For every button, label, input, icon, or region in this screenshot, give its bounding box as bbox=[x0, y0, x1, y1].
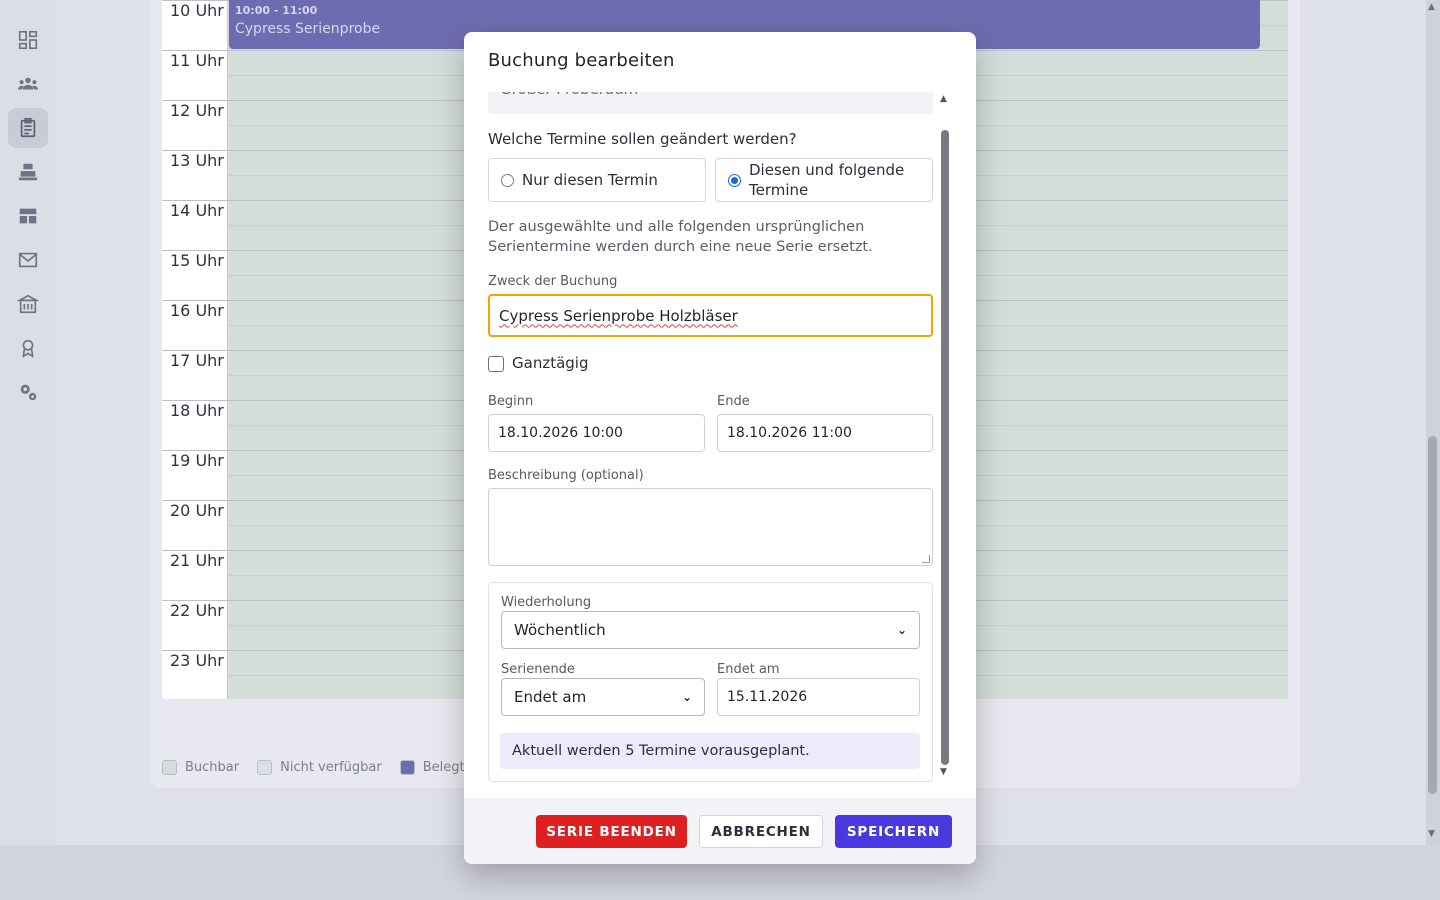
description-textarea[interactable] bbox=[488, 488, 933, 566]
all-day-checkbox[interactable] bbox=[488, 356, 504, 372]
purpose-label: Zweck der Buchung bbox=[488, 274, 618, 289]
hour-label: 21 Uhr bbox=[170, 551, 224, 570]
hour-label: 11 Uhr bbox=[170, 51, 224, 70]
award-icon bbox=[22, 339, 34, 358]
mail-icon bbox=[18, 252, 38, 268]
option-label: Diesen und folgende Termine bbox=[749, 161, 905, 199]
start-label: Beginn bbox=[488, 394, 534, 409]
description-label: Beschreibung (optional) bbox=[488, 468, 644, 483]
sidebar-item-rooms[interactable] bbox=[8, 284, 48, 324]
sidebar-item-members[interactable] bbox=[8, 64, 48, 104]
hour-label: 13 Uhr bbox=[170, 151, 224, 170]
legend-swatch bbox=[399, 760, 415, 775]
hour-label: 20 Uhr bbox=[170, 501, 224, 520]
table-icon bbox=[19, 208, 37, 224]
ends-on-input[interactable]: 15.11.2026 bbox=[717, 678, 920, 716]
people-icon bbox=[17, 77, 39, 90]
legend-label: Nicht verfügbar bbox=[280, 760, 382, 775]
series-end-label: Serienende bbox=[501, 662, 575, 677]
dialog-scroll-down-icon[interactable]: ▼ bbox=[940, 767, 947, 777]
hour-label: 23 Uhr bbox=[170, 651, 224, 670]
hour-label: 19 Uhr bbox=[170, 451, 224, 470]
purpose-value: Cypress Serienprobe Holzbläser bbox=[499, 306, 738, 325]
option-this-and-following[interactable]: Diesen und folgende Termine bbox=[715, 158, 933, 202]
register-icon bbox=[18, 163, 38, 181]
settings-icon bbox=[20, 384, 37, 401]
sidebar-item-register[interactable] bbox=[8, 152, 48, 192]
ends-on-label: Endet am bbox=[717, 662, 780, 677]
event-time: 10:00 - 11:00 bbox=[235, 4, 318, 17]
radio-this-and-following[interactable] bbox=[728, 173, 741, 187]
cancel-button[interactable]: ABBRECHEN bbox=[699, 815, 823, 848]
sidebar bbox=[0, 0, 56, 845]
chevron-down-icon: ⌄ bbox=[896, 623, 907, 637]
building-icon bbox=[17, 294, 39, 314]
hour-label: 16 Uhr bbox=[170, 301, 224, 320]
legend-item-unavailable: Nicht verfügbar bbox=[257, 760, 382, 775]
end-series-button[interactable]: SERIE BEENDEN bbox=[536, 815, 687, 848]
legend-label: Belegt bbox=[422, 760, 465, 775]
all-day-label: Ganztägig bbox=[512, 354, 589, 372]
hour-label: 18 Uhr bbox=[170, 401, 224, 420]
sidebar-item-awards[interactable] bbox=[8, 328, 48, 368]
dialog-body: Großer Proberaum Welche Termine sollen g… bbox=[464, 92, 976, 797]
dialog-scrollbar-thumb[interactable] bbox=[941, 130, 949, 765]
hour-label: 17 Uhr bbox=[170, 351, 224, 370]
end-input[interactable]: 18.10.2026 11:00 bbox=[717, 414, 933, 452]
repeat-select[interactable]: Wöchentlich ⌄ bbox=[501, 611, 920, 649]
hour-label: 22 Uhr bbox=[170, 601, 224, 620]
legend-label: Buchbar bbox=[185, 760, 240, 775]
sidebar-item-dashboard[interactable] bbox=[8, 20, 48, 60]
radio-only-this[interactable] bbox=[501, 173, 514, 187]
series-end-select[interactable]: Endet am ⌄ bbox=[501, 678, 705, 716]
hour-label: 14 Uhr bbox=[170, 201, 224, 220]
purpose-input[interactable]: Cypress Serienprobe Holzbläser bbox=[488, 294, 933, 337]
sidebar-item-settings[interactable] bbox=[8, 372, 48, 412]
hour-label: 12 Uhr bbox=[170, 101, 224, 120]
hour-label: 15 Uhr bbox=[170, 251, 224, 270]
series-end-value: Endet am bbox=[514, 688, 587, 706]
sidebar-item-messages[interactable] bbox=[8, 240, 48, 280]
legend-item-bookable: Buchbar bbox=[162, 760, 239, 775]
edit-booking-dialog: Buchung bearbeiten Großer Proberaum Welc… bbox=[464, 32, 976, 864]
clipboard-icon bbox=[20, 118, 36, 138]
repeat-value: Wöchentlich bbox=[514, 621, 606, 639]
chevron-down-icon: ⌄ bbox=[681, 690, 692, 704]
planned-dates-note: Aktuell werden 5 Termine vorausgeplant. bbox=[500, 733, 920, 769]
option-label: Nur diesen Termin bbox=[522, 171, 658, 189]
legend-swatch bbox=[257, 760, 273, 775]
dashboard-icon bbox=[18, 30, 38, 50]
sidebar-item-table[interactable] bbox=[8, 196, 48, 236]
legend: Buchbar Nicht verfügbar Belegt bbox=[162, 760, 465, 775]
repeat-label: Wiederholung bbox=[501, 595, 592, 610]
end-label: Ende bbox=[717, 394, 750, 409]
scroll-down-icon[interactable]: ▼ bbox=[1428, 829, 1435, 839]
dialog-title: Buchung bearbeiten bbox=[488, 50, 675, 71]
start-input[interactable]: 18.10.2026 10:00 bbox=[488, 414, 705, 452]
option-only-this[interactable]: Nur diesen Termin bbox=[488, 158, 706, 202]
legend-swatch bbox=[162, 760, 177, 775]
save-button[interactable]: SPEICHERN bbox=[835, 815, 952, 848]
hour-label: 10 Uhr bbox=[170, 1, 224, 20]
change-scope-question: Welche Termine sollen geändert werden? bbox=[488, 130, 797, 148]
sidebar-item-bookings[interactable] bbox=[8, 108, 48, 148]
legend-item-booked: Belegt bbox=[399, 760, 465, 775]
dialog-scroll-up-icon[interactable]: ▲ bbox=[940, 94, 947, 104]
scroll-up-icon[interactable]: ▲ bbox=[1428, 2, 1435, 12]
series-info-text: Der ausgewählte und alle folgenden urspr… bbox=[488, 219, 873, 255]
page-scrollbar-thumb[interactable] bbox=[1428, 436, 1437, 794]
room-field[interactable]: Großer Proberaum bbox=[488, 92, 933, 114]
resize-handle-icon[interactable] bbox=[922, 555, 930, 563]
